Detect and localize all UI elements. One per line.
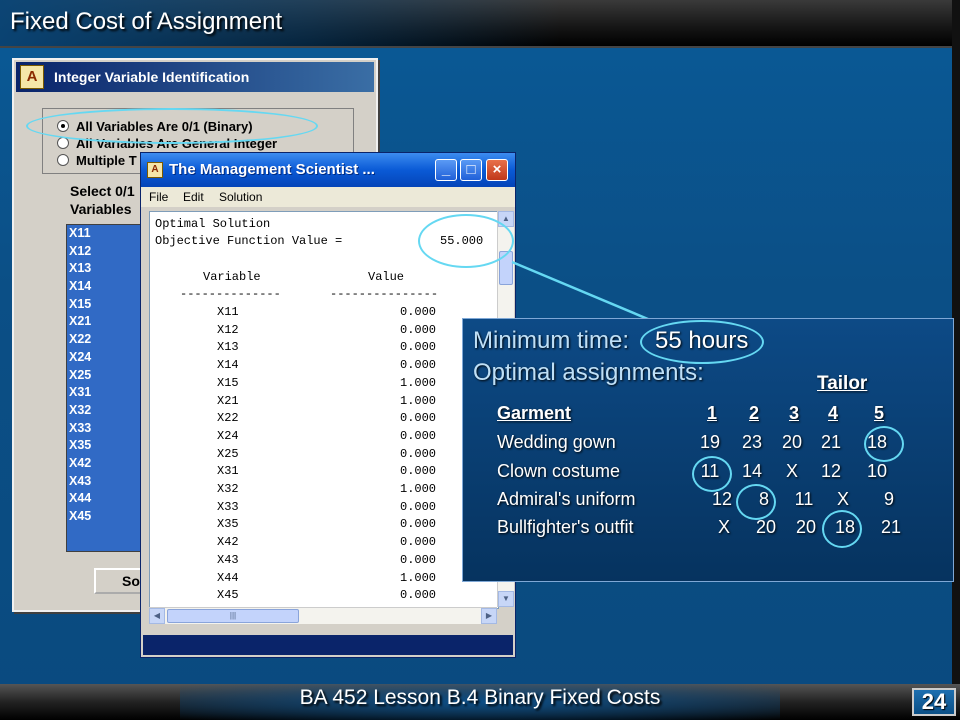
assignment-time-cell: X: [836, 489, 849, 509]
slide-footer: BA 452 Lesson B.4 Binary Fixed Costs: [299, 686, 661, 709]
assignment-time-cell: 20: [781, 432, 803, 452]
assignment-time-cell: 14: [741, 461, 763, 481]
assignment-time-cell: X: [785, 461, 798, 481]
assignment-highlight-clown: [692, 456, 732, 492]
garment-name: Admiral's uniform: [497, 489, 636, 509]
garment-name: Bullfighter's outfit: [497, 517, 634, 537]
tailor-number: 2: [748, 403, 759, 423]
assignment-time-cell: X: [717, 517, 730, 537]
assignment-highlight-bullfighter: [822, 510, 862, 548]
assignment-time-cell: 20: [795, 517, 817, 537]
assignment-time-cell: 11: [794, 489, 814, 509]
assignment-time-cell: 12: [820, 461, 842, 481]
assignment-time-cell: 21: [880, 517, 902, 537]
binary-option-highlight: [26, 108, 318, 144]
assignment-time-cell: 9: [883, 489, 894, 509]
assignment-time-cell: 21: [820, 432, 842, 452]
tailor-number: 4: [827, 403, 838, 423]
tailor-number: 3: [788, 403, 799, 423]
assignment-highlight-admiral: [736, 484, 776, 520]
objective-value-highlight: [418, 214, 514, 268]
hours-highlight: [640, 320, 764, 364]
garment-header: Garment: [497, 403, 572, 423]
assignment-time-cell: 20: [755, 517, 777, 537]
tailor-number: 1: [706, 403, 717, 423]
tailor-header: Tailor: [817, 373, 868, 394]
tailor-number: 5: [873, 403, 884, 423]
optimal-assignments-label: Optimal assignments:: [473, 359, 704, 386]
assignment-highlight-wedding: [864, 426, 904, 462]
assignment-time-cell: 23: [741, 432, 763, 452]
assignment-time-cell: 12: [711, 489, 733, 509]
assignment-time-cell: 19: [699, 432, 721, 452]
garment-name: Clown costume: [497, 461, 621, 481]
assignment-time-cell: 10: [866, 461, 888, 481]
minimum-time-label: Minimum time:: [473, 327, 630, 354]
page-number: 24: [912, 688, 956, 716]
callout-line: [511, 260, 656, 324]
garment-name: Wedding gown: [497, 432, 616, 452]
